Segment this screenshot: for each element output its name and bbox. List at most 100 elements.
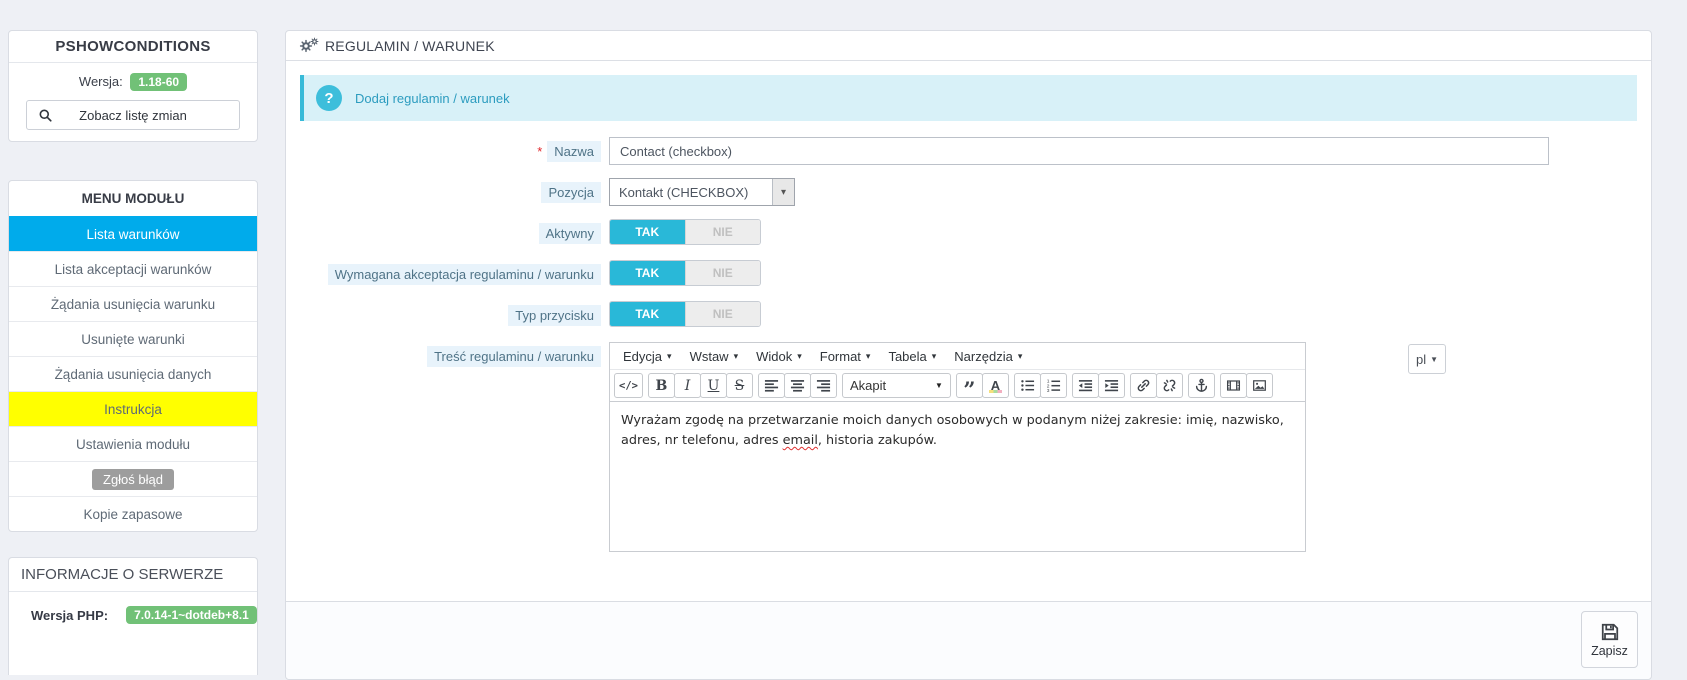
select-arrow-icon: ▾: [772, 179, 794, 205]
button-type-switch-on[interactable]: TAK: [610, 302, 685, 326]
sidebar-item-zadania-usuniecia-warunku[interactable]: Żądania usunięcia warunku: [9, 286, 257, 321]
media-button[interactable]: [1219, 373, 1247, 398]
sidebar-item-zglos-blad-row: Zgłoś błąd: [9, 461, 257, 496]
active-switch-off[interactable]: NIE: [684, 220, 760, 244]
module-title: PSHOWCONDITIONS: [9, 31, 257, 63]
source-code-button[interactable]: </>: [614, 373, 643, 398]
php-version-badge: 7.0.14-1~dotdeb+8.1: [126, 606, 257, 624]
acceptance-switch-off[interactable]: NIE: [684, 261, 760, 285]
toolbar-group-source: </>: [614, 373, 643, 398]
ordered-list-icon: [1046, 378, 1061, 393]
version-badge: 1.18-60: [130, 73, 188, 91]
button-type-row: Typ przycisku TAK NIE: [286, 301, 1651, 327]
active-switch[interactable]: TAK NIE: [609, 219, 761, 245]
content-row: Treść regulaminu / warunku Edycja ▾ Wstaw…: [286, 342, 1651, 552]
acceptance-switch-on[interactable]: TAK: [610, 261, 685, 285]
acceptance-label-col: Wymagana akceptacja regulaminu / warunku: [286, 260, 601, 285]
toolbar-group-links: [1129, 373, 1183, 398]
text-color-button[interactable]: A: [981, 373, 1009, 398]
ordered-list-button[interactable]: [1039, 373, 1067, 398]
toolbar-group-format: Akapit ▼: [841, 373, 951, 398]
sidebar: PSHOWCONDITIONS Wersja: 1.18-60 Zobacz l…: [8, 30, 258, 675]
condition-form: * Nazwa Pozycja Kontakt (CHECKBOX) ▾: [286, 135, 1651, 571]
menu-label: Tabela: [888, 348, 927, 364]
help-icon: ?: [316, 85, 342, 111]
image-button[interactable]: [1245, 373, 1273, 398]
toolbar-group-media: [1219, 373, 1273, 398]
editor-menu-narzedzia[interactable]: Narzędzia ▾: [945, 344, 1031, 369]
sidebar-item-usuniete-warunki[interactable]: Usunięte warunki: [9, 321, 257, 356]
acceptance-control-col: TAK NIE: [609, 260, 1651, 286]
menu-label: Widok: [756, 348, 793, 364]
unordered-list-button[interactable]: [1013, 373, 1041, 398]
editor-content[interactable]: Wyrażam zgodę na przetwarzanie moich dan…: [610, 402, 1305, 551]
sidebar-item-zadania-usuniecia-danych[interactable]: Żądania usunięcia danych: [9, 356, 257, 391]
strikethrough-button[interactable]: S: [725, 373, 753, 398]
editor-menu-edycja[interactable]: Edycja ▾: [614, 344, 681, 369]
sidebar-item-ustawienia-modulu[interactable]: Ustawienia modułu: [9, 426, 257, 461]
unlink-icon: [1162, 378, 1177, 393]
caret-down-icon: ▼: [935, 381, 943, 390]
content-label: Treść regulaminu / warunku: [427, 346, 601, 367]
outdent-button[interactable]: [1071, 373, 1099, 398]
link-button[interactable]: [1129, 373, 1157, 398]
anchor-icon: [1194, 378, 1209, 393]
button-type-switch[interactable]: TAK NIE: [609, 301, 761, 327]
button-type-label-col: Typ przycisku: [286, 301, 601, 326]
changelog-button[interactable]: Zobacz listę zmian: [26, 100, 240, 130]
caret-down-icon: ▼: [1430, 354, 1439, 364]
page-title: REGULAMIN / WARUNEK: [325, 37, 495, 54]
panel-footer: Zapisz: [286, 601, 1651, 679]
save-button[interactable]: Zapisz: [1581, 611, 1638, 668]
align-right-button[interactable]: [809, 373, 837, 398]
position-select[interactable]: Kontakt (CHECKBOX) ▾: [609, 178, 795, 206]
content-label-col: Treść regulaminu / warunku: [286, 342, 601, 367]
toolbar-group-lists: [1013, 373, 1067, 398]
name-input[interactable]: [609, 137, 1549, 165]
bold-button[interactable]: B: [647, 373, 675, 398]
editor-menu-widok[interactable]: Widok ▾: [747, 344, 811, 369]
menu-label: Wstaw: [689, 348, 729, 364]
italic-button[interactable]: I: [673, 373, 701, 398]
align-left-button[interactable]: [757, 373, 785, 398]
toolbar-group-quote-color: ” A: [955, 373, 1009, 400]
anchor-button[interactable]: [1187, 373, 1215, 398]
active-switch-on[interactable]: TAK: [610, 220, 685, 244]
align-center-icon: [790, 378, 805, 393]
image-icon: [1252, 378, 1267, 393]
acceptance-switch[interactable]: TAK NIE: [609, 260, 761, 286]
page: PSHOWCONDITIONS Wersja: 1.18-60 Zobacz l…: [0, 0, 1687, 680]
paragraph-format-select[interactable]: Akapit ▼: [841, 373, 951, 398]
acceptance-row: Wymagana akceptacja regulaminu / warunku…: [286, 260, 1651, 286]
report-bug-button[interactable]: Zgłoś błąd: [92, 468, 174, 490]
indent-button[interactable]: [1097, 373, 1125, 398]
language-selector[interactable]: pl ▼: [1408, 344, 1447, 374]
sidebar-item-kopie-zapasowe[interactable]: Kopie zapasowe: [9, 496, 257, 531]
unlink-button[interactable]: [1155, 373, 1183, 398]
button-type-control-col: TAK NIE: [609, 301, 1651, 327]
blockquote-button[interactable]: ”: [955, 373, 983, 400]
position-select-value: Kontakt (CHECKBOX): [619, 184, 749, 200]
editor-menu-format[interactable]: Format ▾: [811, 344, 880, 369]
module-info-card: PSHOWCONDITIONS Wersja: 1.18-60 Zobacz l…: [8, 30, 258, 142]
sidebar-item-lista-akceptacji[interactable]: Lista akceptacji warunków: [9, 251, 257, 286]
name-control-col: [609, 137, 1651, 165]
sidebar-item-lista-warunkow[interactable]: Lista warunków: [9, 216, 257, 251]
caret-down-icon: ▾: [931, 350, 937, 361]
active-label-col: Aktywny: [286, 219, 601, 244]
editor-menu-wstaw[interactable]: Wstaw ▾: [681, 344, 748, 369]
caret-down-icon: ▾: [865, 350, 871, 361]
sidebar-item-instrukcja[interactable]: Instrukcja: [9, 391, 257, 426]
align-center-button[interactable]: [783, 373, 811, 398]
language-code: pl: [1416, 351, 1427, 367]
underline-button[interactable]: U: [699, 373, 727, 398]
name-row: * Nazwa: [286, 137, 1651, 165]
button-type-switch-off[interactable]: NIE: [684, 302, 760, 326]
search-icon: [38, 108, 53, 123]
caret-down-icon: ▾: [733, 350, 739, 361]
required-asterisk: *: [537, 144, 543, 159]
content-text: , historia zakupów.: [817, 432, 937, 448]
save-button-label: Zapisz: [1591, 643, 1628, 658]
editor-menu-tabela[interactable]: Tabela ▾: [879, 344, 945, 369]
position-label: Pozycja: [541, 182, 601, 203]
